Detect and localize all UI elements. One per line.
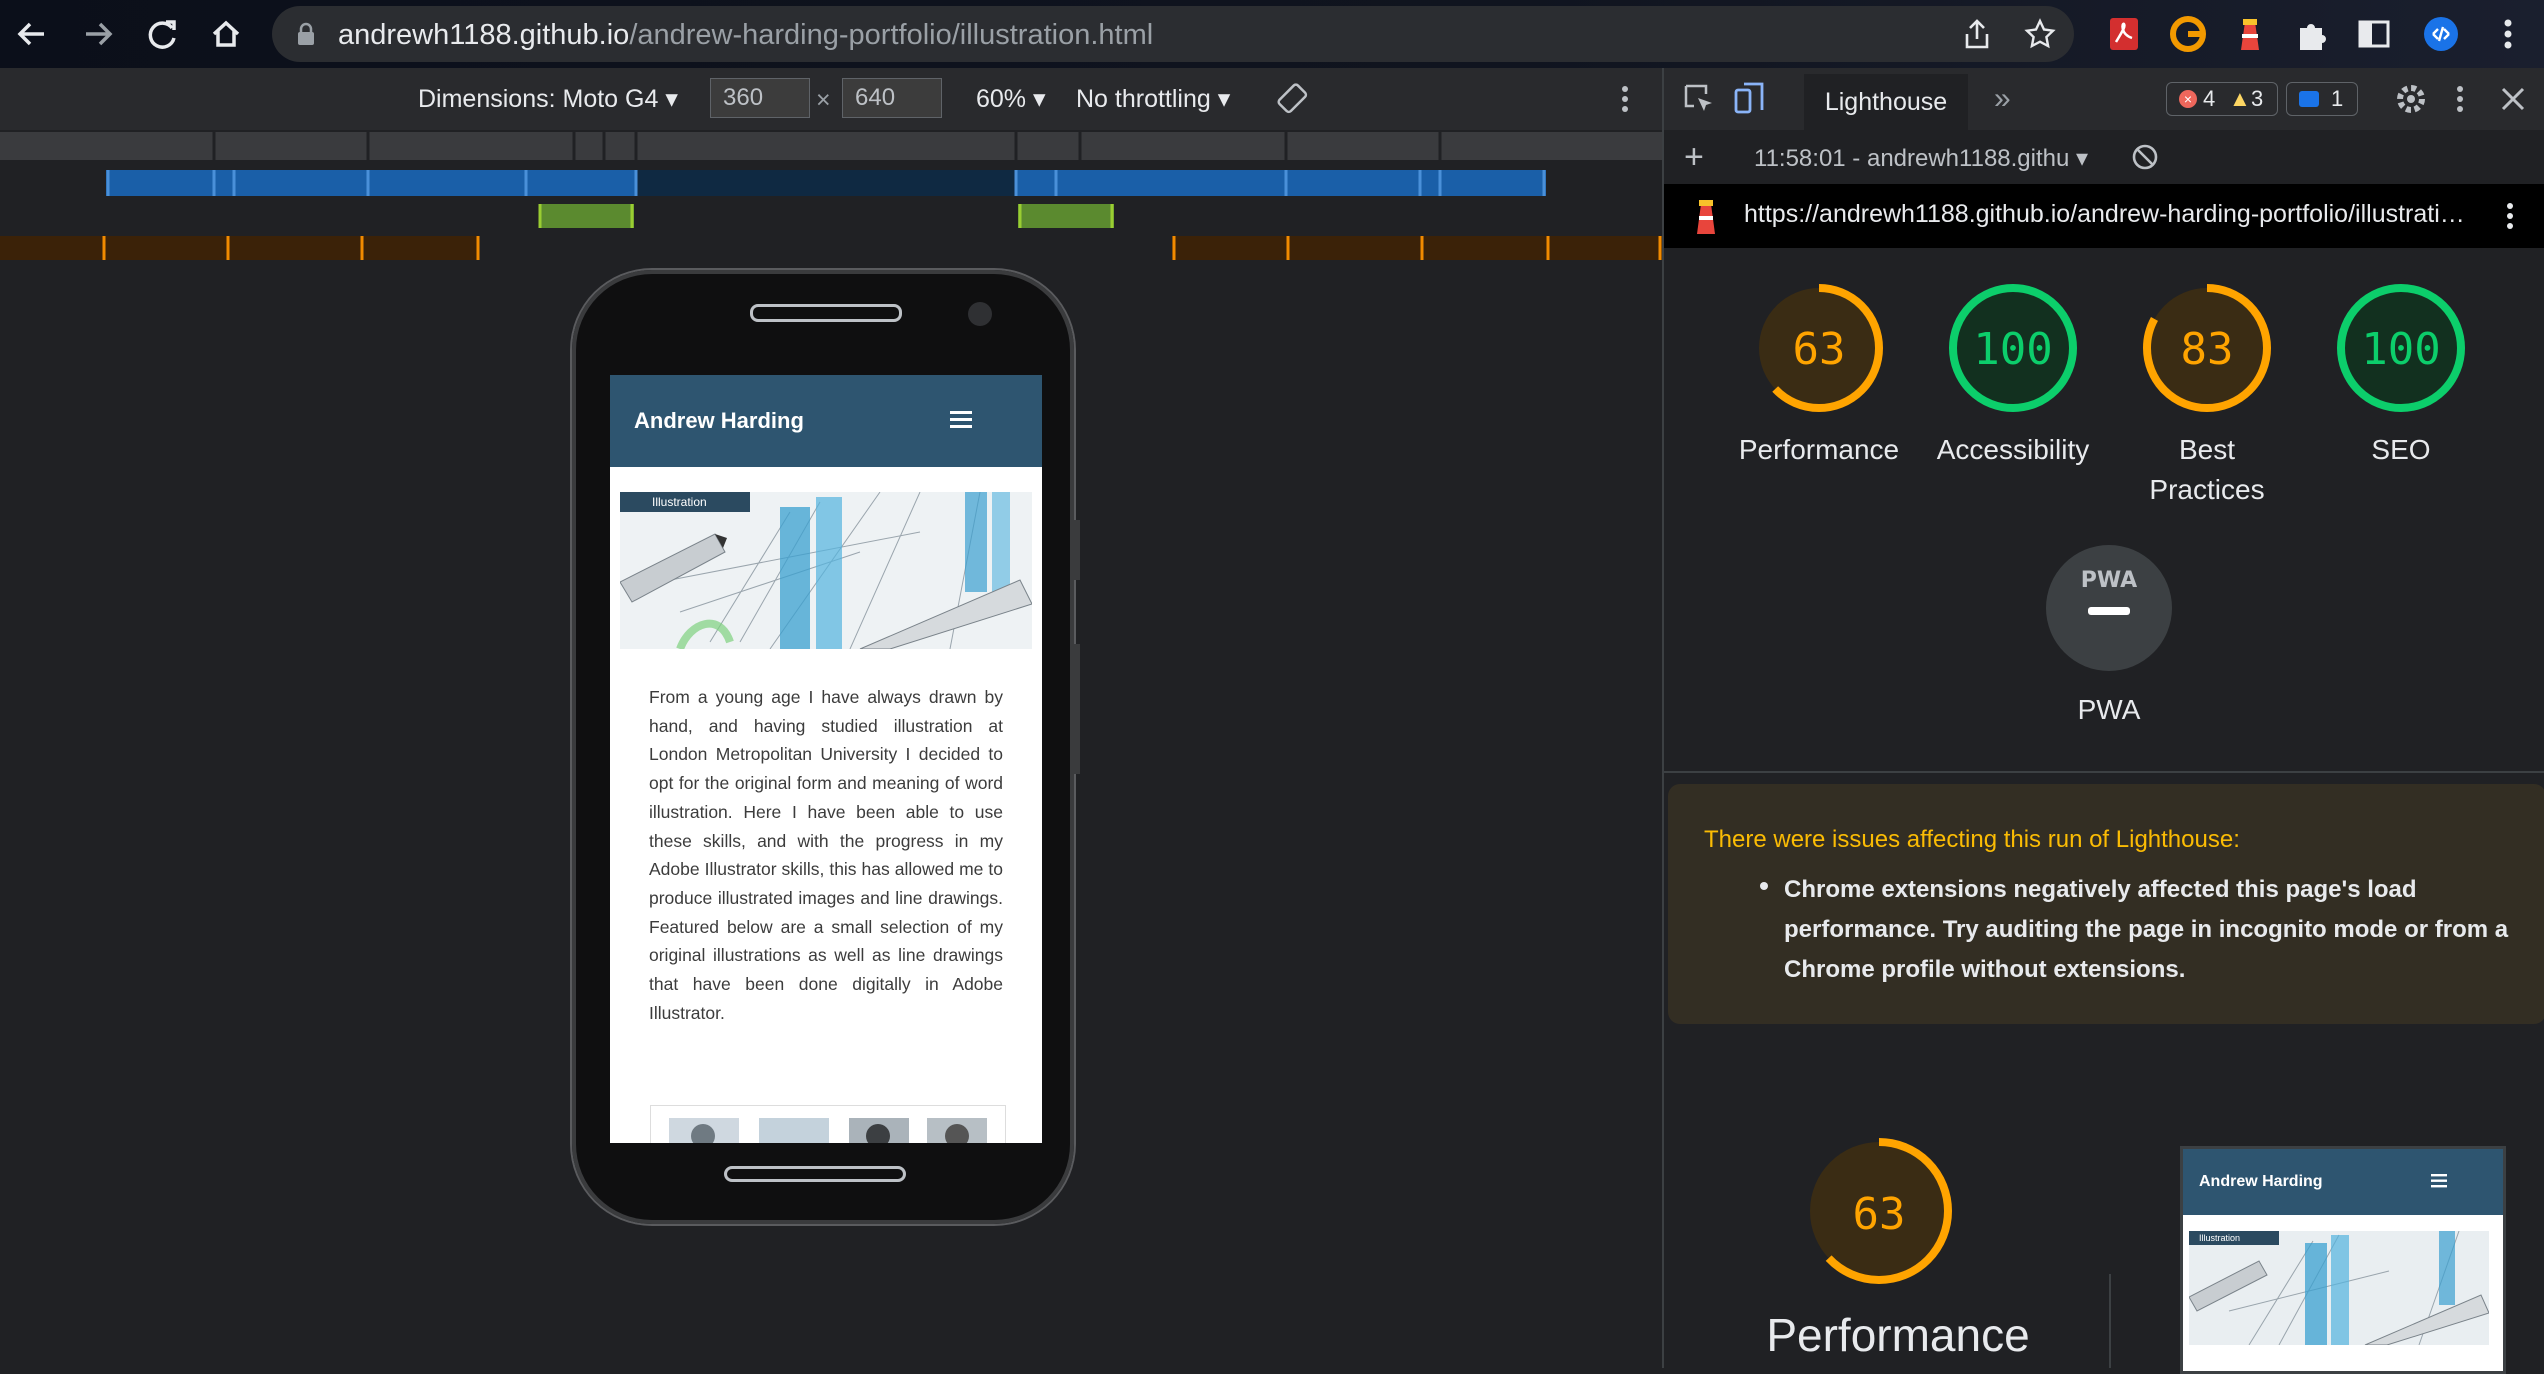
back-icon[interactable] <box>12 14 52 54</box>
devtools-menu-icon[interactable] <box>2450 80 2470 118</box>
clear-reports-icon[interactable] <box>2130 142 2160 172</box>
gauge-performance-large[interactable]: 63 <box>1804 1136 1954 1286</box>
thumb-hero-image: Illustration <box>2189 1231 2489 1345</box>
final-screenshot-thumbnail[interactable]: Andrew Harding Illustration <box>2180 1146 2506 1374</box>
bio-paragraph: From a young age I have always drawn by … <box>649 687 1003 1023</box>
vertical-divider <box>2109 1274 2111 1368</box>
tab-lighthouse[interactable]: Lighthouse <box>1804 74 1968 130</box>
svg-text:63: 63 <box>1853 1189 1906 1240</box>
reload-icon[interactable] <box>142 14 182 54</box>
height-input[interactable]: 640 <box>842 78 942 118</box>
svg-text:63: 63 <box>1793 324 1846 375</box>
section-divider <box>1664 771 2544 773</box>
message-icon <box>2299 91 2319 107</box>
warning-icon: ▲ <box>2229 86 2251 111</box>
devtools-panel: Lighthouse » × 4 ▲ 3 1 + 11:58:01 - andr… <box>1662 68 2544 1374</box>
volume-button <box>1074 644 1080 774</box>
category-label-best-practices: Best Practices <box>2149 434 2265 505</box>
sidebar-icon[interactable] <box>2354 14 2394 54</box>
throttling-dropdown[interactable]: No throttling ▾ <box>1076 84 1230 114</box>
gauge-best-practices[interactable]: 83 <box>2142 283 2272 413</box>
devtools-tab-bar: Lighthouse » × 4 ▲ 3 1 <box>1664 68 2544 131</box>
lighthouse-toolbar: + 11:58:01 - andrewh1188.githu ▾ <box>1664 130 2544 185</box>
new-report-icon[interactable]: + <box>1684 138 1704 177</box>
home-bar <box>724 1166 906 1182</box>
category-label-accessibility: Accessibility <box>1936 434 2090 465</box>
device-more-icon[interactable] <box>1610 80 1640 118</box>
report-menu-icon[interactable] <box>2500 196 2520 236</box>
dimension-separator: × <box>816 86 831 114</box>
gauge-performance[interactable]: 63 <box>1754 283 1884 413</box>
svg-text:PWA: PWA <box>2081 568 2137 593</box>
svg-text:83: 83 <box>2181 324 2234 375</box>
home-icon[interactable] <box>206 14 246 54</box>
chrome-menu-icon[interactable] <box>2488 14 2528 54</box>
address-bar[interactable]: andrewh1188.github.io/andrew-harding-por… <box>272 6 2074 62</box>
grammar-extension-icon[interactable] <box>2168 14 2208 54</box>
gauge-pwa[interactable]: PWA <box>2044 543 2174 673</box>
hamburger-menu-icon[interactable] <box>950 409 974 431</box>
device-toolbar: Dimensions: Moto G4 ▾ 360 × 640 60% ▾ No… <box>0 68 1662 131</box>
lighthouse-extension-icon[interactable] <box>2230 14 2270 54</box>
inspect-element-icon[interactable] <box>1682 82 1716 116</box>
media-query-bars[interactable] <box>0 130 1662 264</box>
gauge-seo[interactable]: 100 <box>2336 283 2466 413</box>
lighthouse-logo-icon <box>1692 198 1720 236</box>
message-count: 1 <box>2331 86 2344 111</box>
speaker-grille <box>750 304 902 322</box>
side-button <box>1074 520 1080 580</box>
zoom-dropdown[interactable]: 60% ▾ <box>976 84 1046 114</box>
category-label-pwa: PWA <box>2077 694 2141 725</box>
site-header: Andrew Harding <box>610 375 1042 467</box>
issues-counter[interactable]: × 4 ▲ 3 <box>2166 82 2278 116</box>
thumb-site-title: Andrew Harding <box>2199 1173 2323 1190</box>
error-count: 4 <box>2203 86 2216 111</box>
pdf-extension-icon[interactable] <box>2104 14 2144 54</box>
gallery-thumbnails[interactable] <box>650 1105 1006 1143</box>
messages-counter[interactable]: 1 <box>2286 82 2358 116</box>
rotate-icon[interactable] <box>1276 82 1310 116</box>
warning-item: Chrome extensions negatively affected th… <box>1784 876 2509 983</box>
svg-text:100: 100 <box>1973 324 2052 375</box>
front-camera <box>968 302 992 326</box>
category-label-seo: SEO <box>2371 434 2431 465</box>
svg-text:100: 100 <box>2361 324 2440 375</box>
lock-icon[interactable] <box>296 22 316 46</box>
forward-icon[interactable] <box>78 14 118 54</box>
report-url[interactable]: https://andrewh1188.github.io/andrew-har… <box>1744 200 2465 229</box>
thumb-header: Andrew Harding <box>2183 1149 2503 1215</box>
settings-gear-icon[interactable] <box>2394 82 2428 116</box>
close-devtools-icon[interactable] <box>2498 84 2528 114</box>
warning-box: There were issues affecting this run of … <box>1668 784 2544 1024</box>
error-icon: × <box>2179 90 2197 108</box>
hero-image: Illustration <box>620 492 1032 649</box>
thumb-hamburger-icon <box>2431 1173 2449 1189</box>
warning-count: 3 <box>2251 86 2264 111</box>
share-icon[interactable] <box>1962 18 1992 50</box>
warning-title: There were issues affecting this run of … <box>1704 826 2240 853</box>
devtools-extension-icon[interactable] <box>2418 14 2458 54</box>
browser-toolbar: andrewh1188.github.io/andrew-harding-por… <box>0 0 2544 68</box>
width-input[interactable]: 360 <box>710 78 810 118</box>
report-selector[interactable]: 11:58:01 - andrewh1188.githu ▾ <box>1754 144 2088 173</box>
site-title[interactable]: Andrew Harding <box>634 408 804 434</box>
category-label-performance: Performance <box>1738 434 1900 465</box>
report-url-bar: https://andrewh1188.github.io/andrew-har… <box>1664 184 2544 248</box>
hero-category-tag: Illustration <box>620 492 750 512</box>
performance-heading: Performance <box>1766 1309 2030 1361</box>
extensions-puzzle-icon[interactable] <box>2292 14 2332 54</box>
dimensions-dropdown[interactable]: Dimensions: Moto G4 ▾ <box>418 84 678 114</box>
device-toggle-icon[interactable] <box>1732 80 1766 116</box>
warning-bullet <box>1760 882 1768 890</box>
thumb-hero-tag: Illustration <box>2189 1231 2279 1245</box>
gauge-accessibility[interactable]: 100 <box>1948 283 2078 413</box>
bookmark-star-icon[interactable] <box>2024 18 2056 50</box>
url-text[interactable]: andrewh1188.github.io/andrew-harding-por… <box>338 19 1153 52</box>
emulated-viewport[interactable]: Andrew Harding Illustration From a young… <box>610 375 1042 1143</box>
more-tabs-icon[interactable]: » <box>1994 82 2011 116</box>
